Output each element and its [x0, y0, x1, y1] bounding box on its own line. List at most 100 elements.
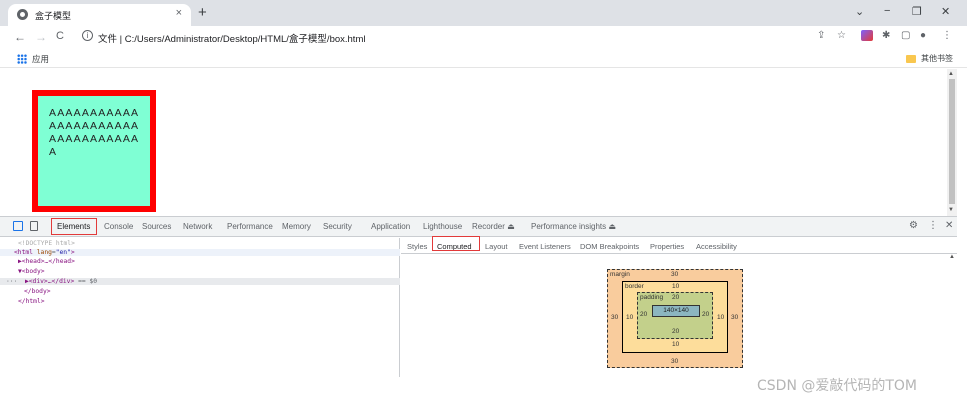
scroll-up-arrow[interactable]: ▲ — [948, 71, 954, 77]
tab-lighthouse[interactable]: Lighthouse — [423, 222, 462, 231]
box-model-content[interactable]: 140×140 — [652, 305, 700, 317]
share-icon[interactable]: ⇪ — [817, 30, 825, 41]
tab-properties[interactable]: Properties — [650, 242, 684, 251]
tab-application[interactable]: Application — [371, 222, 410, 231]
elements-tab-highlight — [51, 218, 97, 235]
border-top-value[interactable]: 10 — [672, 283, 679, 290]
page-scrollbar[interactable]: ▲ ▼ — [947, 69, 957, 216]
url-prefix: 文件 | — [98, 34, 123, 45]
margin-bottom-value[interactable]: 30 — [671, 358, 678, 365]
url-path: C:/Users/Administrator/Desktop/HTML/盒子模型… — [124, 34, 366, 45]
box-model-area: margin 30 30 30 30 border 10 10 10 10 pa… — [401, 255, 947, 377]
margin-right-value[interactable]: 30 — [731, 314, 738, 321]
bookmark-star-icon[interactable]: ☆ — [837, 30, 846, 41]
tab-performance[interactable]: Performance — [227, 222, 273, 231]
other-bookmarks-link[interactable]: 其他书签 — [921, 53, 953, 64]
device-toolbar-icon[interactable] — [30, 221, 38, 231]
devtools-more-icon[interactable]: ⋮ — [928, 220, 938, 231]
scroll-down-arrow[interactable]: ▼ — [948, 207, 954, 213]
dom-body-close[interactable]: </body> — [24, 288, 51, 295]
dom-html-bracket: > — [70, 249, 75, 256]
browser-window: 盒子模型 × + ⌄ − ❐ ✕ ← → C i 文件 | C:/Users/A… — [0, 0, 967, 400]
margin-left-value[interactable]: 30 — [611, 314, 618, 321]
dom-div-dots[interactable]: ··· — [6, 278, 17, 285]
inspect-element-icon[interactable] — [13, 221, 23, 231]
dom-body-node[interactable]: ▼<body> — [18, 268, 45, 275]
back-icon[interactable]: ← — [14, 30, 26, 44]
settings-gear-icon[interactable]: ⚙ — [909, 220, 918, 231]
dom-html-node[interactable]: <html lang="en"> — [0, 249, 400, 256]
reload-icon[interactable]: C — [56, 30, 64, 42]
address-bar[interactable]: i 文件 | C:/Users/Administrator/Desktop/HT… — [76, 29, 866, 47]
computed-tab-highlight — [432, 236, 480, 251]
folder-icon — [906, 55, 916, 63]
tab-accessibility[interactable]: Accessibility — [696, 242, 737, 251]
watermark: CSDN @爱敲代码的TOM — [757, 378, 918, 394]
tab-dom-breakpoints[interactable]: DOM Breakpoints — [580, 242, 639, 251]
browser-tab[interactable]: 盒子模型 × — [8, 4, 191, 26]
dom-lang-attr: lang — [36, 249, 52, 256]
tab-performance-insights[interactable]: Performance insights ⏏ — [531, 222, 616, 231]
margin-top-value[interactable]: 30 — [671, 271, 678, 278]
tab-sources[interactable]: Sources — [142, 222, 171, 231]
minimize-button[interactable]: − — [884, 5, 890, 17]
scroll-thumb[interactable] — [949, 79, 955, 204]
page-viewport: AAAAAAAAAAAAAAAAAAAAAAAAAAAAAAAAAA — [0, 69, 947, 216]
tab-security[interactable]: Security — [323, 222, 352, 231]
restore-button[interactable]: ❐ — [912, 5, 922, 18]
devtools-close-icon[interactable]: ✕ — [945, 220, 953, 231]
border-left-value[interactable]: 10 — [626, 314, 633, 321]
extension-icon[interactable] — [861, 30, 873, 41]
box-model-margin[interactable]: margin 30 30 30 30 border 10 10 10 10 pa… — [607, 269, 743, 368]
extensions-puzzle-icon[interactable]: ✱ — [882, 30, 890, 41]
padding-bottom-value[interactable]: 20 — [672, 328, 679, 335]
border-label: border — [625, 283, 644, 290]
padding-left-value[interactable]: 20 — [640, 311, 647, 318]
apps-link[interactable]: 应用 — [32, 53, 49, 65]
dom-tree: <!DOCTYPE html> <html lang="en"> ▶<head>… — [0, 238, 400, 377]
devtools-panel: Elements Console Sources Network Perform… — [0, 216, 957, 377]
info-icon[interactable]: i — [82, 30, 93, 41]
devtools-scrollbar[interactable]: ▲ — [947, 254, 957, 376]
tab-event-listeners[interactable]: Event Listeners — [519, 242, 571, 251]
dom-div-node[interactable]: ··· ▶<div>…</div> == $0 — [0, 278, 400, 285]
tab-styles[interactable]: Styles — [407, 242, 427, 251]
globe-icon — [17, 9, 28, 20]
box-model-border[interactable]: border 10 10 10 10 padding 20 20 20 20 1… — [622, 281, 728, 353]
border-right-value[interactable]: 10 — [717, 314, 724, 321]
sidepanel-icon[interactable]: ▢ — [901, 30, 910, 41]
box-div: AAAAAAAAAAAAAAAAAAAAAAAAAAAAAAAAAA — [32, 90, 156, 212]
url-text: 文件 | C:/Users/Administrator/Desktop/HTML… — [98, 31, 365, 45]
margin-label: margin — [610, 271, 630, 278]
new-tab-button[interactable]: + — [198, 4, 207, 21]
side-panel-tabbar: Styles Computed Layout Event Listeners D… — [401, 238, 957, 254]
apps-grid-icon[interactable] — [17, 54, 27, 64]
padding-right-value[interactable]: 20 — [702, 311, 709, 318]
devtools-tabbar: Elements Console Sources Network Perform… — [0, 217, 957, 237]
tab-network[interactable]: Network — [183, 222, 212, 231]
forward-icon[interactable]: → — [35, 30, 47, 44]
tab-close-icon[interactable]: × — [176, 7, 182, 19]
dom-div-suffix: == $0 — [78, 278, 98, 285]
dom-div-tag: ▶<div>…</div> — [24, 278, 75, 285]
tab-recorder[interactable]: Recorder ⏏ — [472, 222, 515, 231]
tab-strip: 盒子模型 × + ⌄ − ❐ ✕ — [0, 0, 967, 26]
dom-lang-value: "en" — [55, 249, 71, 256]
profile-avatar-icon[interactable]: ● — [920, 30, 926, 41]
devtools-scroll-up-arrow[interactable]: ▲ — [949, 254, 955, 260]
tab-memory[interactable]: Memory — [282, 222, 311, 231]
padding-label: padding — [640, 294, 664, 301]
border-bottom-value[interactable]: 10 — [672, 341, 679, 348]
dom-html-close[interactable]: </html> — [18, 298, 45, 305]
close-window-button[interactable]: ✕ — [941, 5, 950, 18]
tab-console[interactable]: Console — [104, 222, 133, 231]
menu-icon[interactable]: ⋮ — [942, 30, 952, 41]
box-text: AAAAAAAAAAAAAAAAAAAAAAAAAAAAAAAAAA — [49, 107, 140, 158]
tab-layout[interactable]: Layout — [485, 242, 508, 251]
tab-search-icon[interactable]: ⌄ — [855, 5, 864, 18]
dom-head-node[interactable]: ▶<head>…</head> — [18, 258, 75, 265]
dom-html-tag: <html — [14, 249, 37, 256]
dom-doctype[interactable]: <!DOCTYPE html> — [18, 240, 75, 247]
box-model-padding[interactable]: padding 20 20 20 20 140×140 — [637, 292, 713, 339]
padding-top-value[interactable]: 20 — [672, 294, 679, 301]
